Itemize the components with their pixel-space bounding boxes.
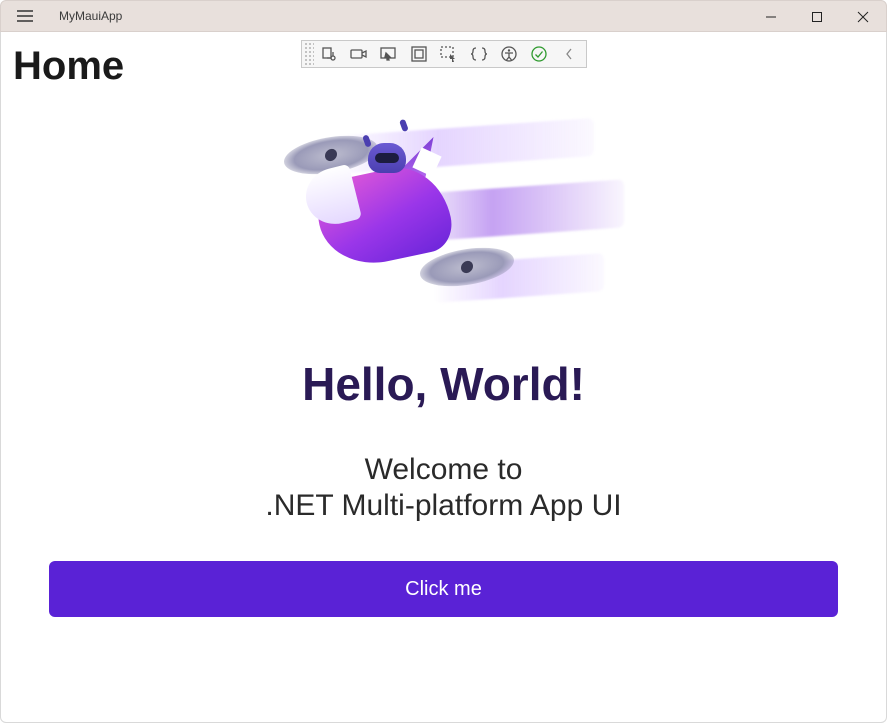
close-button[interactable]: [840, 1, 886, 33]
content-area: Hello, World! Welcome to .NET Multi-plat…: [1, 89, 886, 617]
click-me-button[interactable]: Click me: [49, 561, 838, 617]
subheading-line1: Welcome to: [365, 453, 523, 487]
status-ok-icon[interactable]: [524, 42, 554, 66]
pointer-screen-icon[interactable]: [374, 42, 404, 66]
menu-icon[interactable]: [1, 0, 49, 32]
headline: Hello, World!: [302, 357, 585, 411]
minimize-button[interactable]: [748, 1, 794, 33]
chevron-left-icon[interactable]: [554, 42, 584, 66]
window-title: MyMauiApp: [49, 9, 122, 23]
debug-toolbar: [301, 40, 587, 68]
app-body: Home: [0, 32, 887, 723]
layout-box-icon[interactable]: [404, 42, 434, 66]
window-titlebar: MyMauiApp: [0, 0, 887, 32]
window-controls: [748, 1, 886, 33]
subheading-line2: .NET Multi-platform App UI: [265, 489, 621, 523]
hero-image: [21, 109, 866, 339]
dotnet-bot-drone-illustration: [264, 109, 624, 339]
braces-icon[interactable]: [464, 42, 494, 66]
select-element-icon[interactable]: [314, 42, 344, 66]
maximize-button[interactable]: [794, 1, 840, 33]
toolbar-grip-icon[interactable]: [304, 42, 314, 66]
camera-icon[interactable]: [344, 42, 374, 66]
select-rect-icon[interactable]: [434, 42, 464, 66]
accessibility-icon[interactable]: [494, 42, 524, 66]
